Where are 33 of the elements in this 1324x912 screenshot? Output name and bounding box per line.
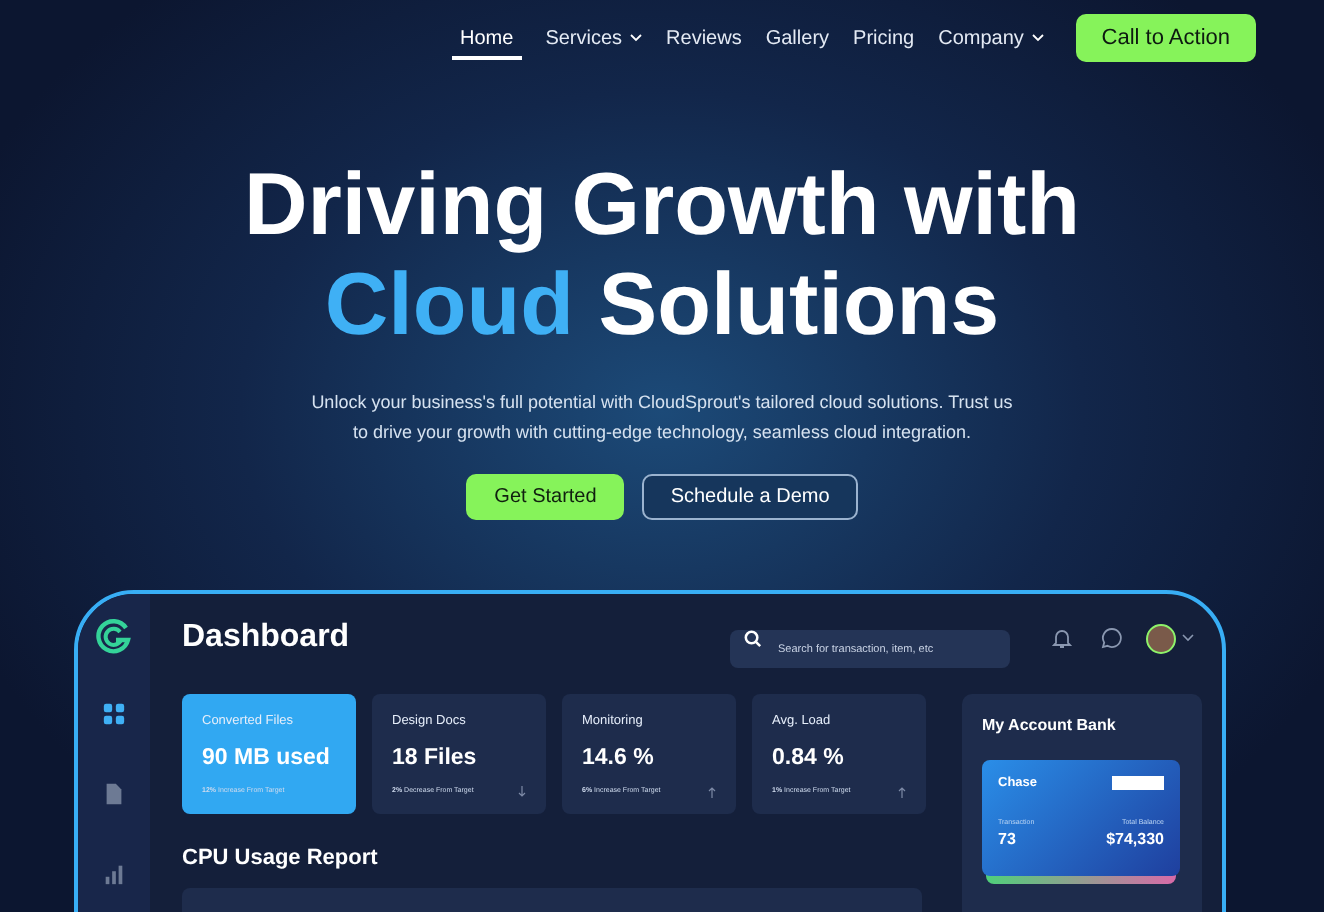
arrow-up-icon bbox=[708, 786, 716, 798]
logo-icon bbox=[96, 618, 132, 654]
demo-button[interactable]: Schedule a Demo bbox=[642, 474, 858, 520]
card-chip bbox=[1112, 776, 1164, 791]
nav-link[interactable]: Services bbox=[545, 16, 643, 60]
panel-title: My Account Bank bbox=[982, 714, 1118, 738]
nav-link[interactable]: Gallery bbox=[765, 16, 830, 60]
arrow-down-icon bbox=[518, 786, 526, 798]
avatar[interactable] bbox=[1146, 623, 1176, 653]
stat-value: 14.6 % bbox=[582, 743, 656, 774]
get-started-button[interactable]: Get Started bbox=[466, 474, 625, 520]
bell-icon[interactable] bbox=[1050, 626, 1074, 650]
hero-description: Unlock your business's full potential with CloudSprout's tailored cloud solutions. Trust us to drive your growth with cutting-edge technology, seamless cloud integration. bbox=[309, 390, 1015, 446]
dashboard-title: Dashboard bbox=[182, 618, 352, 658]
cta-button[interactable]: Call to Action bbox=[1075, 14, 1256, 62]
section-title: CPU Usage Report bbox=[182, 844, 380, 874]
bar-chart-icon[interactable] bbox=[102, 862, 126, 886]
balance-value: $74,330 bbox=[1106, 828, 1164, 852]
hero-headline: Driving Growth with Cloud Solutions bbox=[242, 156, 1082, 356]
grid-icon[interactable] bbox=[102, 702, 126, 726]
nav-link[interactable]: Reviews bbox=[666, 16, 742, 60]
chat-icon[interactable] bbox=[1100, 626, 1124, 650]
nav-link[interactable]: Company bbox=[938, 16, 1044, 60]
search-icon bbox=[744, 629, 762, 647]
chevron-down-icon[interactable] bbox=[1182, 634, 1194, 642]
stat-value: 0.84 % bbox=[772, 743, 846, 774]
nav-link[interactable]: Home bbox=[452, 16, 522, 60]
stat-value: 90 MB used bbox=[202, 743, 332, 774]
transaction-value: 73 bbox=[998, 828, 1018, 852]
nav-link[interactable]: Pricing bbox=[853, 16, 915, 60]
document-icon[interactable] bbox=[102, 782, 126, 806]
arrow-up-icon bbox=[898, 786, 906, 798]
stat-value: 18 Files bbox=[392, 743, 479, 774]
